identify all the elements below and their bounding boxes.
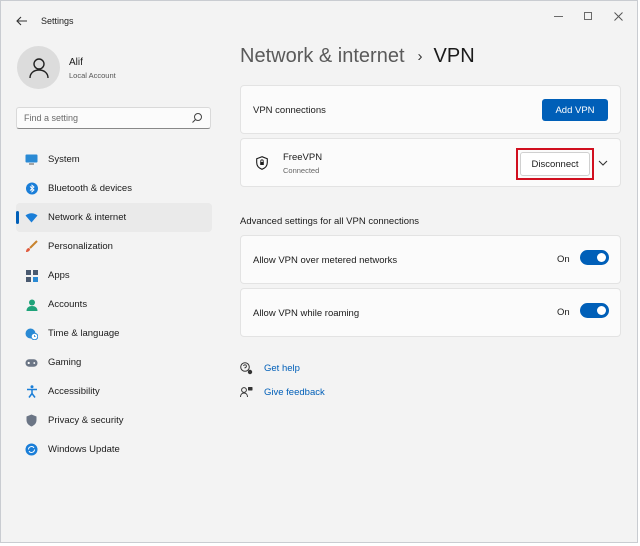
gamepad-icon xyxy=(25,356,38,369)
account-type: Local Account xyxy=(69,71,116,80)
breadcrumb-parent[interactable]: Network & internet xyxy=(240,45,405,68)
vpn-name: FreeVPN xyxy=(283,152,323,163)
wifi-icon xyxy=(25,211,38,224)
close-icon xyxy=(613,11,623,21)
feedback-icon xyxy=(240,387,253,398)
app-title: Settings xyxy=(41,16,74,26)
sidebar-item-label: Network & internet xyxy=(48,212,127,223)
breadcrumb: Network & internet › VPN xyxy=(240,45,475,68)
sidebar-item-label: Personalization xyxy=(48,241,113,252)
back-button[interactable] xyxy=(11,12,33,30)
sidebar-item-time-language[interactable]: Time & language xyxy=(16,319,212,348)
monitor-icon xyxy=(25,153,38,166)
sidebar-item-gaming[interactable]: Gaming xyxy=(16,348,212,377)
sidebar-item-label: Windows Update xyxy=(48,444,120,455)
chevron-down-icon[interactable] xyxy=(597,158,609,168)
sidebar-item-personalization[interactable]: Personalization xyxy=(16,232,212,261)
help-icon xyxy=(240,362,253,375)
person-icon xyxy=(25,298,38,311)
sidebar-nav: System Bluetooth & devices Network & int… xyxy=(16,145,212,464)
get-help-link[interactable]: Get help xyxy=(240,362,300,375)
arrow-left-icon xyxy=(16,16,27,26)
vpn-connection-item[interactable]: FreeVPN Connected Disconnect xyxy=(240,138,621,187)
user-name: Alif xyxy=(69,57,83,68)
sidebar-item-label: Bluetooth & devices xyxy=(48,183,132,194)
close-button[interactable] xyxy=(607,9,629,23)
sidebar-item-label: Accessibility xyxy=(48,386,100,397)
sidebar-item-network[interactable]: Network & internet xyxy=(16,203,212,232)
vpn-status: Connected xyxy=(283,166,320,175)
toggle-knob xyxy=(597,306,606,315)
toggle-state-label: On xyxy=(557,307,570,318)
shield-icon xyxy=(25,414,38,427)
search-box[interactable] xyxy=(16,107,211,129)
roaming-setting: Allow VPN while roaming On xyxy=(240,288,621,337)
vpn-connections-label: VPN connections xyxy=(253,105,326,116)
minimize-button[interactable] xyxy=(547,9,569,23)
maximize-button[interactable] xyxy=(577,9,599,23)
sidebar-item-accessibility[interactable]: Accessibility xyxy=(16,377,212,406)
toggle-knob xyxy=(597,253,606,262)
sidebar-item-label: Accounts xyxy=(48,299,88,310)
sidebar-item-label: System xyxy=(48,154,80,165)
breadcrumb-separator: › xyxy=(417,48,423,65)
person-icon xyxy=(28,57,49,78)
search-icon xyxy=(192,113,202,123)
setting-label: Allow VPN over metered networks xyxy=(253,255,398,266)
give-feedback-link[interactable]: Give feedback xyxy=(240,386,325,399)
sidebar-item-accounts[interactable]: Accounts xyxy=(16,290,212,319)
sidebar-item-label: Privacy & security xyxy=(48,415,124,426)
toggle-state-label: On xyxy=(557,254,570,265)
sidebar-item-system[interactable]: System xyxy=(16,145,212,174)
title-bar: Settings xyxy=(1,1,637,41)
setting-label: Allow VPN while roaming xyxy=(253,308,360,319)
sidebar-item-bluetooth[interactable]: Bluetooth & devices xyxy=(16,174,212,203)
sidebar-item-label: Gaming xyxy=(48,357,82,368)
page-title: VPN xyxy=(433,45,475,67)
metered-networks-toggle[interactable] xyxy=(580,250,609,265)
avatar[interactable] xyxy=(17,46,60,89)
minimize-icon xyxy=(553,15,563,17)
add-vpn-button[interactable]: Add VPN xyxy=(542,99,608,121)
sidebar-item-privacy[interactable]: Privacy & security xyxy=(16,406,212,435)
give-feedback-text[interactable]: Give feedback xyxy=(264,387,325,398)
vpn-shield-icon xyxy=(256,156,268,170)
advanced-settings-title: Advanced settings for all VPN connection… xyxy=(240,216,420,227)
roaming-toggle[interactable] xyxy=(580,303,609,318)
sidebar-item-windows-update[interactable]: Windows Update xyxy=(16,435,212,464)
sidebar-item-label: Apps xyxy=(48,270,70,281)
sidebar-item-label: Time & language xyxy=(48,328,120,339)
maximize-icon xyxy=(584,12,592,20)
sidebar-item-apps[interactable]: Apps xyxy=(16,261,212,290)
vpn-connections-card: VPN connections Add VPN xyxy=(240,85,621,134)
get-help-text[interactable]: Get help xyxy=(264,363,300,374)
apps-icon xyxy=(25,269,38,282)
brush-icon xyxy=(25,240,38,253)
metered-networks-setting: Allow VPN over metered networks On xyxy=(240,235,621,284)
search-input[interactable] xyxy=(17,108,210,128)
settings-window: Settings Alif Local Account Find a setti… xyxy=(0,0,638,543)
disconnect-button[interactable]: Disconnect xyxy=(520,152,590,176)
bluetooth-icon xyxy=(25,182,38,195)
update-icon xyxy=(25,443,38,456)
accessibility-icon xyxy=(25,385,38,398)
globe-clock-icon xyxy=(25,327,38,340)
